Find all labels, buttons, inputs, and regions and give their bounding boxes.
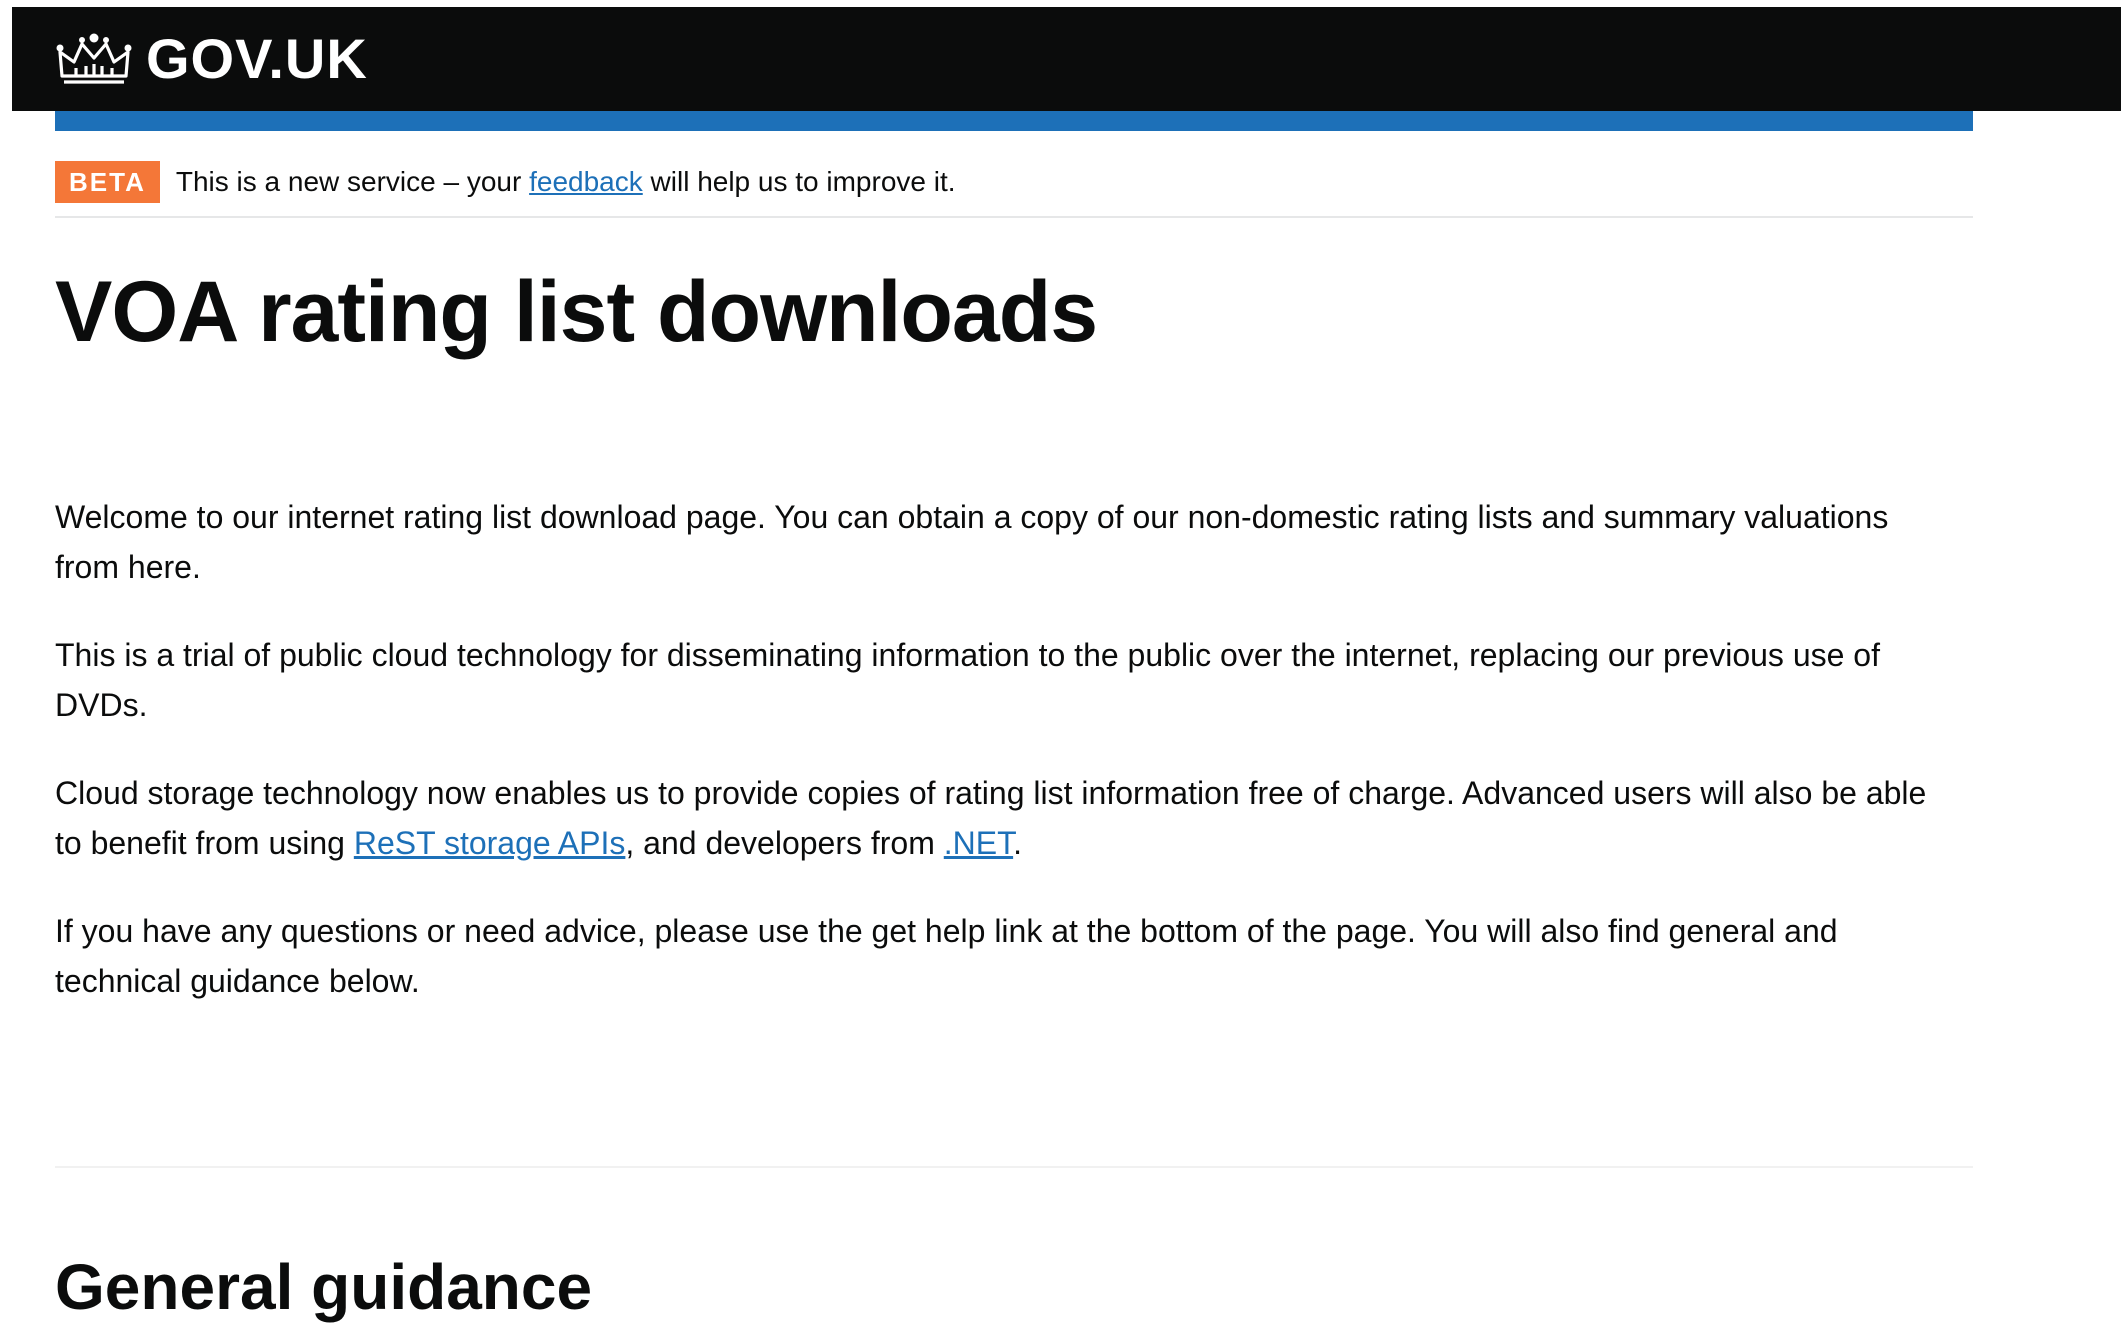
beta-tag: BETA: [55, 161, 160, 203]
intro-paragraph-4: If you have any questions or need advice…: [55, 913, 1838, 999]
dotnet-link[interactable]: .NET: [944, 825, 1013, 861]
phase-banner: BETA This is a new service – your feedba…: [55, 148, 1973, 218]
header-blue-bar: [55, 111, 1973, 131]
govuk-header: GOV.UK: [12, 7, 2121, 111]
general-guidance-heading: General guidance: [55, 1251, 593, 1323]
govuk-logo-link[interactable]: GOV.UK: [54, 29, 368, 89]
page-title: VOA rating list downloads: [55, 264, 1098, 360]
phase-text-before: This is a new service – your: [175, 166, 530, 197]
intro-paragraph-2: This is a trial of public cloud technolo…: [55, 637, 1880, 723]
main-content: VOA rating list downloads Welcome to our…: [55, 260, 1973, 999]
logo-text: GOV.UK: [146, 27, 368, 90]
crown-icon: [56, 33, 132, 84]
phase-banner-text: This is a new service – your feedback wi…: [176, 166, 956, 198]
phase-text-after: will help us to improve it.: [642, 166, 956, 197]
intro-paragraph-1: Welcome to our internet rating list down…: [55, 499, 1889, 585]
section-divider: [55, 1166, 1973, 1168]
page: GOV.UK BETA This is a new service – your…: [0, 0, 2125, 1326]
p3-text-after: .: [1013, 825, 1022, 861]
p3-text-middle: , and developers from: [625, 825, 944, 861]
intro-paragraph-3: Cloud storage technology now enables us …: [55, 768, 1935, 868]
feedback-link[interactable]: feedback: [529, 166, 643, 197]
rest-storage-apis-link[interactable]: ReST storage APIs: [354, 825, 626, 861]
intro-text: Welcome to our internet rating list down…: [55, 492, 1935, 1044]
